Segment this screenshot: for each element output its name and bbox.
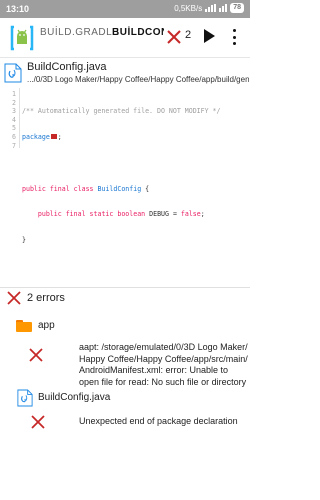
java-file-icon bbox=[4, 63, 22, 83]
code-keyword: public bbox=[22, 184, 46, 193]
error-x-icon bbox=[7, 291, 21, 305]
code-literal: false bbox=[180, 210, 201, 219]
file-path: .../0/3D Logo Maker/Happy Coffee/Happy C… bbox=[27, 75, 249, 84]
code-keyword: boolean bbox=[117, 210, 146, 219]
file-header: BuildConfig.java .../0/3D Logo Maker/Hap… bbox=[0, 58, 250, 88]
line-number-gutter: 1 2 3 4 5 6 7 bbox=[6, 90, 16, 150]
error-x-icon bbox=[31, 415, 45, 429]
code-keyword: final bbox=[65, 210, 86, 219]
toolbar: BUİLD.GRADLE BUİLDCONFİG.JAVA 2 bbox=[0, 18, 250, 58]
line-number: 2 bbox=[12, 98, 16, 107]
code-comment: /** Automatically generated file. DO NOT… bbox=[22, 107, 221, 116]
error-message[interactable]: Unexpected end of package declaration bbox=[79, 416, 238, 426]
errors-panel-header[interactable]: 2 errors bbox=[0, 287, 250, 309]
wifi-icon bbox=[219, 4, 228, 12]
line-number: 7 bbox=[12, 141, 16, 150]
tab-build-gradle[interactable]: BUİLD.GRADLE bbox=[40, 26, 119, 39]
code-keyword: final bbox=[49, 184, 70, 193]
code-keyword: package bbox=[22, 132, 50, 141]
folder-icon bbox=[16, 320, 32, 332]
status-time: 13:10 bbox=[6, 4, 30, 14]
app-logo-icon[interactable] bbox=[8, 24, 36, 52]
errors-icon[interactable] bbox=[166, 29, 182, 45]
network-speed: 0,5KB/s bbox=[174, 3, 203, 13]
code-keyword: static bbox=[89, 210, 114, 219]
code-type: BuildConfig bbox=[97, 184, 142, 193]
syntax-error-marker[interactable] bbox=[50, 134, 57, 140]
error-group-buildconfig[interactable]: BuildConfig.java bbox=[38, 392, 110, 403]
run-play-icon[interactable] bbox=[204, 29, 215, 43]
code-identifier: DEBUG = bbox=[145, 210, 181, 219]
signal-icon bbox=[205, 4, 217, 12]
file-name: BuildConfig.java bbox=[27, 61, 107, 73]
status-bar: 13:10 0,5KB/s 78 bbox=[0, 0, 250, 18]
code-punct: } bbox=[22, 236, 26, 245]
gutter-divider bbox=[19, 88, 20, 148]
error-message[interactable]: aapt: /storage/emulated/0/3D Logo Maker/… bbox=[79, 342, 249, 388]
code-punct: { bbox=[141, 184, 150, 193]
errors-count-label: 2 errors bbox=[27, 292, 65, 304]
code-punct: ; bbox=[200, 210, 205, 219]
line-number: 1 bbox=[12, 90, 16, 98]
code-keyword: class bbox=[73, 184, 94, 193]
battery-indicator: 78 bbox=[230, 3, 244, 13]
error-group-app[interactable]: app bbox=[38, 320, 55, 331]
code-punct: ; bbox=[57, 132, 62, 141]
more-options-icon[interactable] bbox=[233, 29, 237, 45]
status-indicators: 0,5KB/s 78 bbox=[174, 3, 244, 13]
error-x-icon bbox=[29, 348, 43, 362]
line-number: 4 bbox=[12, 115, 16, 124]
line-number: 3 bbox=[12, 107, 16, 116]
line-number: 6 bbox=[12, 132, 16, 141]
java-file-icon bbox=[17, 389, 33, 407]
line-number: 5 bbox=[12, 124, 16, 133]
error-count[interactable]: 2 bbox=[185, 29, 191, 41]
code-editor[interactable]: 1 2 3 4 5 6 7 /** Automatically generate… bbox=[0, 88, 250, 278]
code-content[interactable]: /** Automatically generated file. DO NOT… bbox=[22, 90, 221, 262]
code-keyword: public bbox=[37, 210, 62, 219]
